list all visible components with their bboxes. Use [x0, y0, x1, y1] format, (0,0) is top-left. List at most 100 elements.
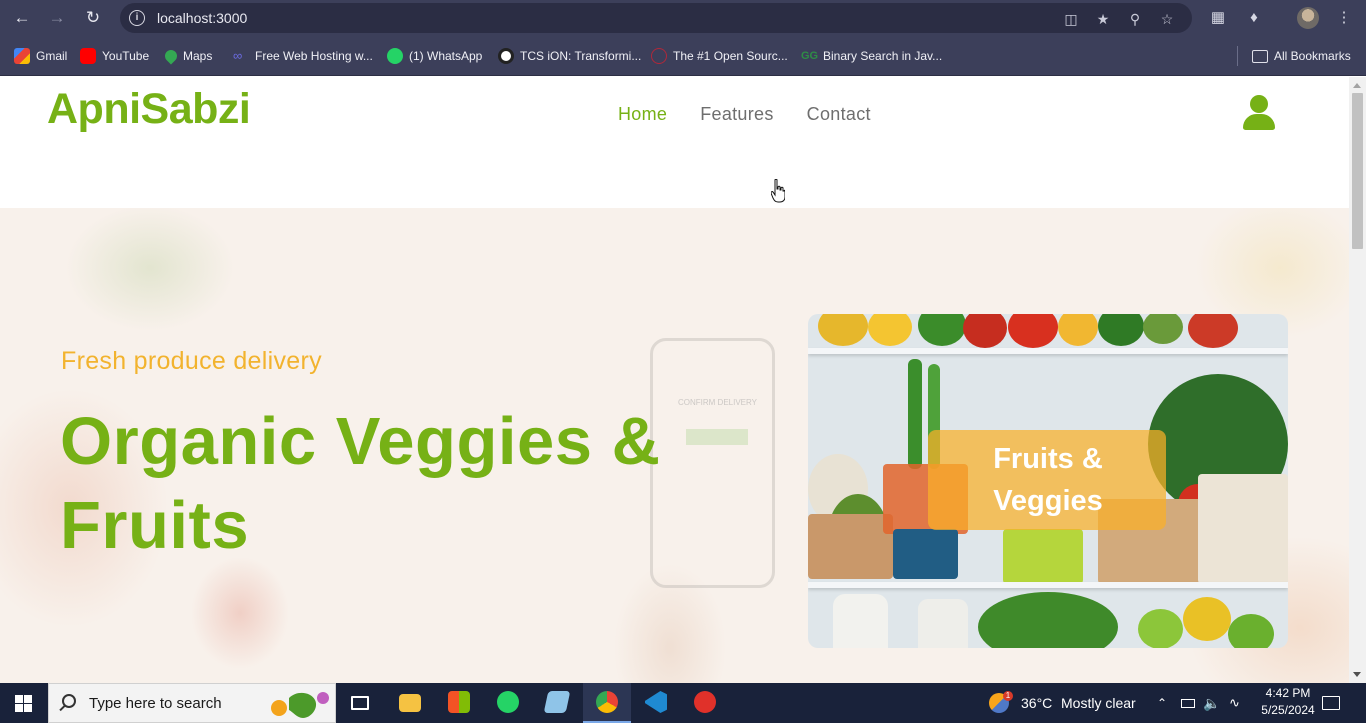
weather-icon[interactable]: 1	[989, 683, 1015, 723]
install-app-icon[interactable]: ◫	[1062, 10, 1080, 28]
hero-headline-line1: Organic Veggies &	[60, 404, 661, 479]
hero-headline-line2: Fruits	[60, 488, 250, 563]
bookmark-label: Gmail	[36, 49, 68, 63]
vscode-taskbar-button[interactable]	[632, 683, 680, 723]
translate-icon[interactable]: ★	[1094, 10, 1112, 28]
whatsapp-taskbar-button[interactable]	[484, 683, 532, 723]
extensions-icon[interactable]: ♦	[1243, 7, 1265, 29]
scrollbar-thumb[interactable]	[1352, 93, 1363, 249]
recorder-icon	[694, 691, 716, 713]
battery-icon[interactable]	[1181, 683, 1197, 723]
search-icon	[62, 694, 76, 708]
bookmark-gfg[interactable]: GG Binary Search in Jav...	[801, 47, 942, 65]
maps-icon	[162, 47, 180, 65]
bookmark-label: The #1 Open Sourc...	[673, 49, 788, 63]
all-bookmarks[interactable]: All Bookmarks	[1252, 47, 1351, 65]
opensource-icon	[651, 48, 667, 64]
folder-icon	[1252, 49, 1268, 63]
card-caption: Fruits & Veggies	[956, 438, 1140, 522]
bookmark-label: (1) WhatsApp	[409, 49, 483, 63]
bookmarks-divider	[1237, 46, 1238, 66]
main-nav: Home Features Contact	[618, 104, 871, 125]
nav-features[interactable]: Features	[700, 104, 773, 125]
bookmark-label: YouTube	[102, 49, 150, 63]
microsoft-store-button[interactable]	[435, 683, 483, 723]
web-page: ApniSabzi Home Features Contact CONFIRM …	[0, 77, 1349, 683]
whatsapp-icon	[497, 691, 519, 713]
notepad-icon	[543, 691, 571, 713]
bookmark-label: Binary Search in Jav...	[823, 49, 943, 63]
reload-icon[interactable]: ↻	[81, 6, 105, 30]
bookmark-label: Maps	[183, 49, 213, 63]
profile-avatar[interactable]	[1297, 7, 1319, 29]
wifi-icon[interactable]: ∿	[1229, 683, 1240, 723]
hero-tagline: Fresh produce delivery	[61, 347, 322, 375]
clock-date: 5/25/2024	[1261, 703, 1315, 717]
page-scrollbar[interactable]	[1349, 77, 1366, 683]
bookmark-label: Free Web Hosting w...	[255, 49, 373, 63]
all-bookmarks-label: All Bookmarks	[1274, 49, 1351, 63]
bookmark-maps[interactable]: Maps	[162, 47, 213, 65]
weather-temperature[interactable]: 36°C	[1021, 683, 1052, 723]
user-icon-head	[1250, 95, 1268, 113]
bookmark-gmail[interactable]: Gmail	[14, 47, 67, 65]
nav-home[interactable]: Home	[618, 104, 667, 125]
show-hidden-icons-chevron-icon[interactable]: ⌃	[1157, 683, 1167, 723]
fridge-shelf	[808, 582, 1288, 588]
vscode-icon	[645, 691, 667, 713]
scroll-down-arrow-icon[interactable]	[1353, 672, 1361, 677]
youtube-icon	[80, 48, 96, 64]
file-explorer-button[interactable]	[386, 683, 434, 723]
gmail-icon	[14, 48, 30, 64]
hero-section: CONFIRM DELIVERY Fresh produce delivery …	[0, 208, 1349, 683]
tab-search-icon[interactable]: ▦	[1207, 7, 1229, 29]
back-arrow-icon[interactable]: ←	[10, 6, 34, 30]
taskbar-search[interactable]: Type here to search	[48, 683, 336, 723]
weather-badge: 1	[1003, 691, 1013, 701]
bookmark-opensource[interactable]: The #1 Open Sourc...	[651, 47, 788, 65]
task-view-button[interactable]	[336, 683, 384, 723]
site-logo[interactable]: ApniSabzi	[47, 85, 251, 134]
recorder-taskbar-button[interactable]	[681, 683, 729, 723]
chrome-menu-icon[interactable]: ⋮	[1333, 7, 1355, 29]
nav-contact[interactable]: Contact	[807, 104, 871, 125]
task-view-icon	[351, 696, 369, 710]
windows-taskbar: Type here to search 1 36°C Mostly clear …	[0, 683, 1366, 723]
bookmark-whatsapp[interactable]: (1) WhatsApp	[387, 47, 482, 65]
weather-description[interactable]: Mostly clear	[1061, 683, 1136, 723]
bookmarks-bar: Gmail YouTube Maps ∞ Free Web Hosting w.…	[0, 36, 1366, 76]
bookmark-youtube[interactable]: YouTube	[80, 47, 149, 65]
forward-arrow-icon[interactable]: →	[45, 6, 69, 30]
address-bar[interactable]: i localhost:3000 ◫ ★ ⚲ ☆	[120, 3, 1192, 33]
windows-start-icon[interactable]	[15, 695, 32, 712]
produce-fridge-image: Fruits & Veggies	[808, 314, 1288, 648]
user-icon-body	[1243, 114, 1275, 130]
folder-icon	[399, 694, 421, 712]
clock-time: 4:42 PM	[1265, 686, 1311, 700]
taskbar-search-placeholder: Type here to search	[89, 695, 222, 712]
bookmark-hosting[interactable]: ∞ Free Web Hosting w...	[233, 47, 373, 65]
zoom-icon[interactable]: ⚲	[1126, 10, 1144, 28]
address-bar-url[interactable]: localhost:3000	[157, 10, 247, 26]
taskbar-clock[interactable]: 4:42 PM 5/25/2024	[1253, 685, 1323, 719]
bookmark-tcs[interactable]: TCS iON: Transformi...	[498, 47, 641, 65]
card-caption-line2: Veggies	[993, 485, 1103, 517]
bookmark-star-icon[interactable]: ☆	[1158, 10, 1176, 28]
card-caption-line1: Fruits &	[993, 443, 1103, 475]
notepad-button[interactable]	[533, 683, 581, 723]
store-icon	[448, 691, 470, 713]
chrome-taskbar-button[interactable]	[583, 683, 631, 723]
fridge-shelf	[808, 348, 1288, 354]
user-account-icon[interactable]	[1242, 95, 1276, 131]
volume-icon[interactable]: 🔈	[1203, 683, 1220, 723]
browser-toolbar: ← → ↻ i localhost:3000 ◫ ★ ⚲ ☆ ▦ ♦ ⋮	[0, 0, 1366, 36]
bookmark-label: TCS iON: Transformi...	[520, 49, 642, 63]
scroll-up-arrow-icon[interactable]	[1353, 83, 1361, 88]
hand-cursor-icon	[771, 179, 785, 203]
site-info-icon[interactable]: i	[129, 10, 145, 26]
whatsapp-icon	[387, 48, 403, 64]
hosting-icon: ∞	[233, 48, 243, 63]
notification-icon[interactable]	[1322, 683, 1344, 723]
chrome-icon	[596, 691, 618, 713]
gfg-icon: GG	[801, 50, 819, 62]
